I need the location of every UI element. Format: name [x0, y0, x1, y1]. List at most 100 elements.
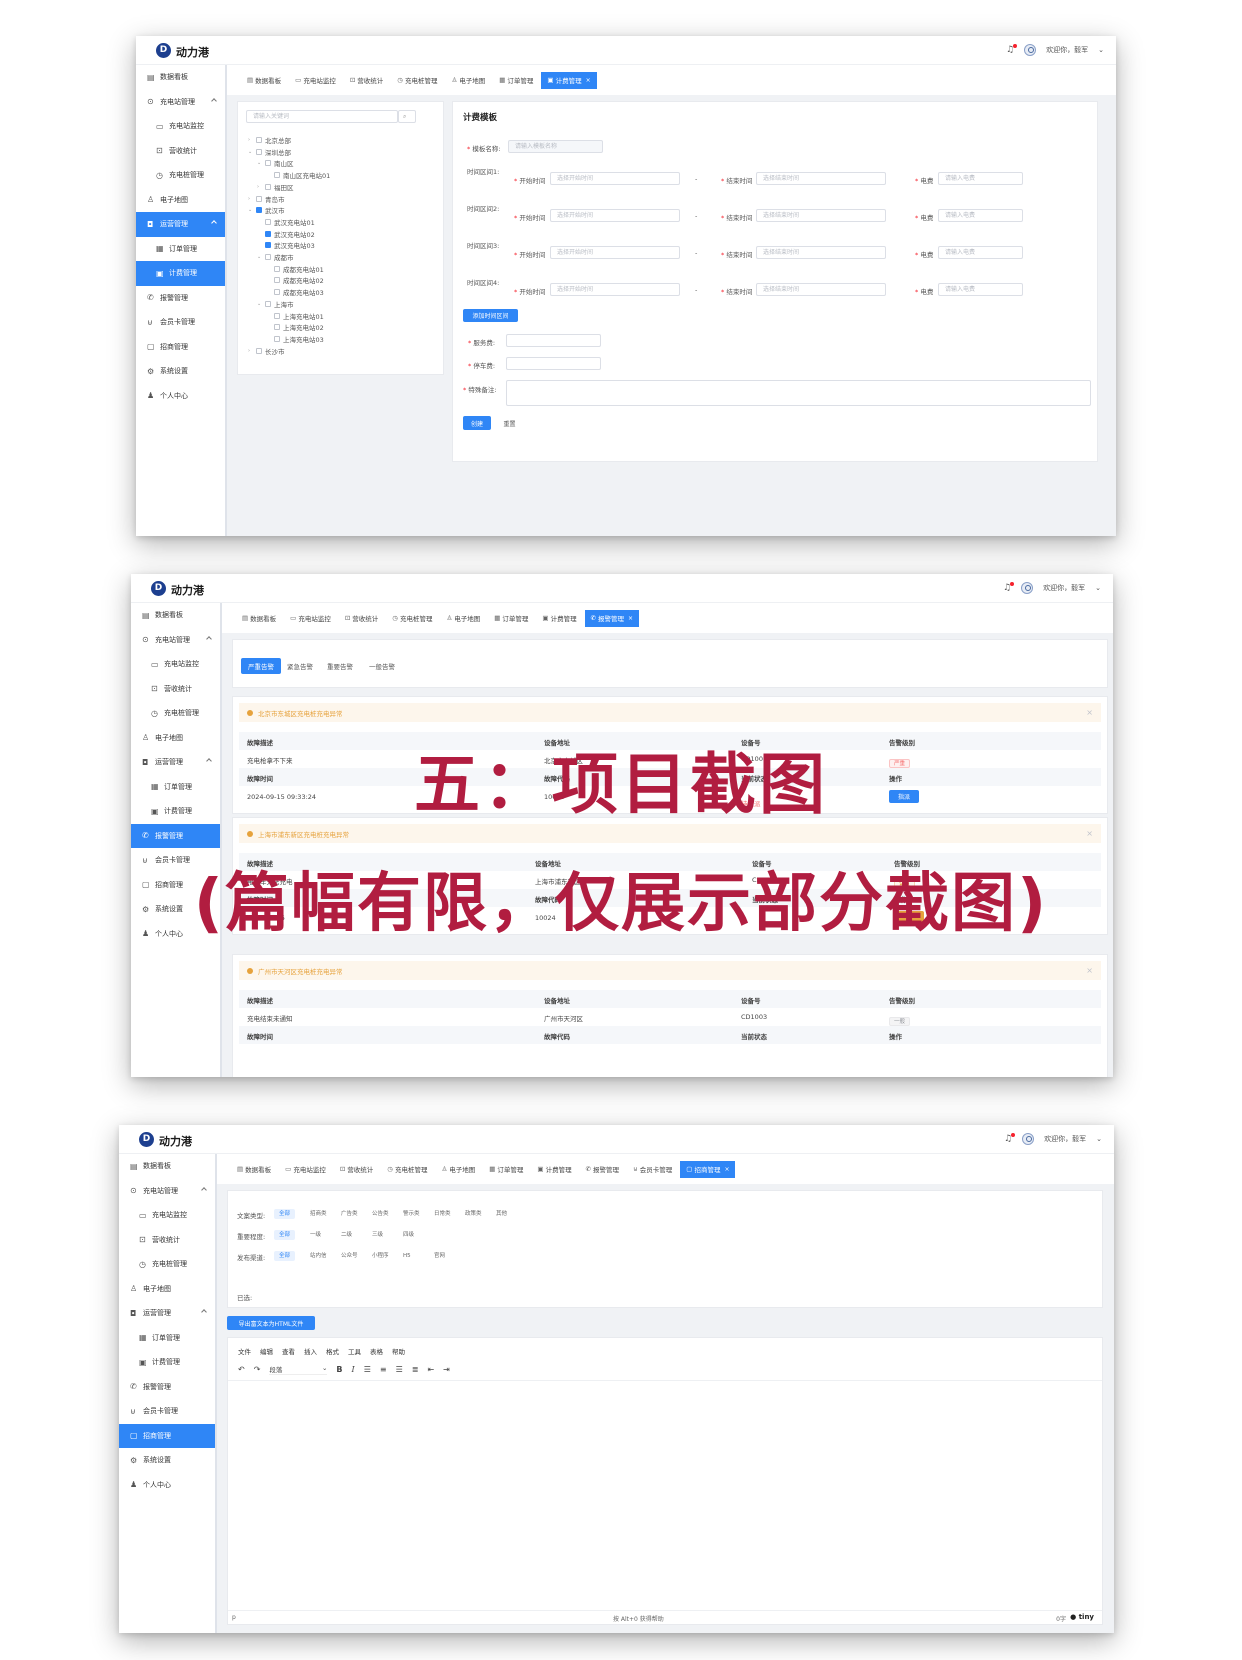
editor-menu-item[interactable]: 文件: [238, 1346, 251, 1356]
tree-node[interactable]: › 北京总部: [248, 135, 291, 145]
tab-revenue[interactable]: ⊡ 营收统计: [339, 610, 384, 627]
align-right-icon[interactable]: ☰: [396, 1365, 403, 1374]
tree-toggle-icon[interactable]: ⌄: [257, 301, 265, 307]
add-period-button[interactable]: 添加时间区间: [463, 309, 518, 322]
sidebar-item-member-mgmt[interactable]: ⊍ 会员卡管理: [119, 1399, 215, 1424]
chevron-down-icon[interactable]: ⌄: [1096, 1135, 1102, 1143]
tree-node[interactable]: 武汉充电站03: [257, 240, 315, 250]
indent-icon[interactable]: ⇥: [443, 1365, 450, 1374]
tab-billing-mgmt[interactable]: ▣ 计费管理: [536, 610, 582, 627]
editor-menu-item[interactable]: 编辑: [260, 1346, 273, 1356]
tab-member-mgmt[interactable]: ⊍ 会员卡管理: [627, 1161, 678, 1178]
tree-node[interactable]: › 福田区: [257, 182, 294, 192]
fee-input[interactable]: 请输入电费: [938, 209, 1023, 222]
tab-pile-mgmt[interactable]: ◷ 充电桩管理: [391, 72, 443, 89]
filter-option[interactable]: 全部: [274, 1251, 296, 1261]
close-icon[interactable]: ×: [1086, 829, 1093, 838]
filter-option[interactable]: 官网: [429, 1251, 450, 1261]
editor-menu-item[interactable]: 工具: [348, 1346, 361, 1356]
checkbox[interactable]: [256, 347, 262, 354]
tree-node[interactable]: ⌄ 南山区: [257, 158, 294, 168]
editor-menu-item[interactable]: 插入: [304, 1346, 317, 1356]
filter-option[interactable]: 招商类: [305, 1209, 332, 1219]
editor-content[interactable]: [228, 1380, 1102, 1610]
sidebar-item-order-mgmt[interactable]: ▦ 订单管理: [136, 237, 225, 262]
filter-option[interactable]: 全部: [274, 1230, 296, 1240]
filter-option[interactable]: 站内信: [305, 1251, 332, 1261]
italic-icon[interactable]: I: [352, 1365, 355, 1374]
remark-textarea[interactable]: [506, 380, 1091, 406]
tree-toggle-icon[interactable]: ⌄: [248, 207, 256, 213]
checkbox[interactable]: [274, 265, 280, 272]
close-icon[interactable]: ×: [1086, 966, 1093, 975]
tab-map[interactable]: ♙ 电子地图: [445, 72, 491, 89]
filter-option[interactable]: 广告类: [336, 1209, 363, 1219]
sidebar-item-pile-mgmt[interactable]: ◷ 充电桩管理: [131, 701, 220, 726]
sidebar-item-profile[interactable]: ♟ 个人中心: [119, 1473, 215, 1498]
avatar[interactable]: [1021, 582, 1034, 594]
tree-node[interactable]: › 青岛市: [248, 194, 285, 204]
editor-menu-item[interactable]: 查看: [282, 1346, 295, 1356]
tab-revenue[interactable]: ⊡ 营收统计: [344, 72, 389, 89]
filter-option[interactable]: 一级: [305, 1230, 326, 1240]
sidebar-item-merchant-mgmt[interactable]: ▢ 招商管理: [136, 335, 225, 360]
tree-node[interactable]: 上海充电站03: [266, 334, 324, 344]
filter-option[interactable]: 二级: [336, 1230, 357, 1240]
sidebar-item-billing-mgmt[interactable]: ▣ 计费管理: [119, 1350, 215, 1375]
avatar[interactable]: [1022, 1133, 1035, 1145]
sidebar-item-station-mgmt[interactable]: ⊙ 充电站管理: [136, 90, 225, 115]
filter-option[interactable]: 日常类: [429, 1209, 456, 1219]
tab-station-monitor[interactable]: ▭ 充电站监控: [289, 72, 342, 89]
export-html-button[interactable]: 导出富文本为HTML文件: [227, 1316, 315, 1330]
paragraph-select[interactable]: 段落 ⌄: [269, 1364, 328, 1375]
tree-node[interactable]: ⌄ 武汉市: [248, 205, 285, 215]
filter-option[interactable]: 四级: [398, 1230, 419, 1240]
start-time-input[interactable]: 选择开始时间: [550, 283, 680, 296]
sidebar-item-ops-mgmt[interactable]: ◘ 运营管理: [136, 212, 225, 237]
start-time-input[interactable]: 选择开始时间: [550, 209, 680, 222]
alarm-tab[interactable]: 重要告警: [321, 658, 359, 674]
chevron-down-icon[interactable]: ⌄: [1098, 46, 1104, 54]
tree-node[interactable]: ⌄ 深圳总部: [248, 147, 291, 157]
sidebar-item-station-mgmt[interactable]: ⊙ 充电站管理: [119, 1179, 215, 1204]
tree-node[interactable]: 成都充电站01: [266, 264, 324, 274]
tab-merchant-mgmt[interactable]: ▢ 招商管理 ×: [680, 1160, 736, 1178]
tree-toggle-icon[interactable]: ›: [257, 184, 265, 190]
tree-node[interactable]: 武汉充电站02: [257, 229, 315, 239]
sidebar-item-alarm-mgmt[interactable]: ✆ 报警管理: [119, 1375, 215, 1400]
sidebar-item-station-monitor[interactable]: ▭ 充电站监控: [136, 114, 225, 139]
tab-map[interactable]: ♙ 电子地图: [435, 1161, 481, 1178]
close-icon[interactable]: ×: [628, 615, 633, 622]
sidebar-item-dashboard[interactable]: ▤ 数据看板: [136, 65, 225, 90]
tab-billing-mgmt[interactable]: ▣ 计费管理 ×: [541, 71, 597, 89]
sidebar-item-station-monitor[interactable]: ▭ 充电站监控: [131, 652, 220, 677]
bell-icon[interactable]: ♫: [1003, 582, 1015, 593]
checkbox[interactable]: [274, 335, 280, 342]
bold-icon[interactable]: B: [336, 1365, 342, 1374]
tab-pile-mgmt[interactable]: ◷ 充电桩管理: [386, 610, 438, 627]
tree-node[interactable]: 武汉充电站01: [257, 217, 315, 227]
fee-input[interactable]: 请输入电费: [938, 283, 1023, 296]
tab-dashboard[interactable]: ▤ 数据看板: [231, 1161, 277, 1178]
checkbox[interactable]: [256, 195, 262, 202]
sidebar-item-order-mgmt[interactable]: ▦ 订单管理: [119, 1326, 215, 1351]
alarm-tab[interactable]: 紧急告警: [281, 658, 319, 674]
reset-button[interactable]: 重置: [497, 416, 522, 430]
tree-node[interactable]: 上海充电站01: [266, 311, 324, 321]
tab-station-monitor[interactable]: ▭ 充电站监控: [284, 610, 337, 627]
tree-toggle-icon[interactable]: ›: [248, 348, 256, 354]
fee-input[interactable]: 请输入电费: [938, 246, 1023, 259]
outdent-icon[interactable]: ⇤: [427, 1365, 434, 1374]
sidebar-item-settings[interactable]: ⚙ 系统设置: [119, 1448, 215, 1473]
filter-option[interactable]: 政策类: [460, 1209, 487, 1219]
sidebar-item-alarm-mgmt[interactable]: ✆ 报警管理: [131, 823, 220, 848]
tab-alarm-mgmt[interactable]: ✆ 报警管理 ×: [584, 609, 640, 627]
tab-revenue[interactable]: ⊡ 营收统计: [334, 1161, 379, 1178]
filter-option[interactable]: 公众号: [336, 1251, 363, 1261]
align-center-icon[interactable]: ≡: [380, 1365, 387, 1374]
sidebar-item-pile-mgmt[interactable]: ◷ 充电桩管理: [136, 163, 225, 188]
tree-toggle-icon[interactable]: ⌄: [257, 254, 265, 260]
filter-option[interactable]: 公告类: [367, 1209, 394, 1219]
sidebar-item-member-mgmt[interactable]: ⊍ 会员卡管理: [136, 310, 225, 335]
search-button[interactable]: ⌕: [398, 110, 416, 123]
